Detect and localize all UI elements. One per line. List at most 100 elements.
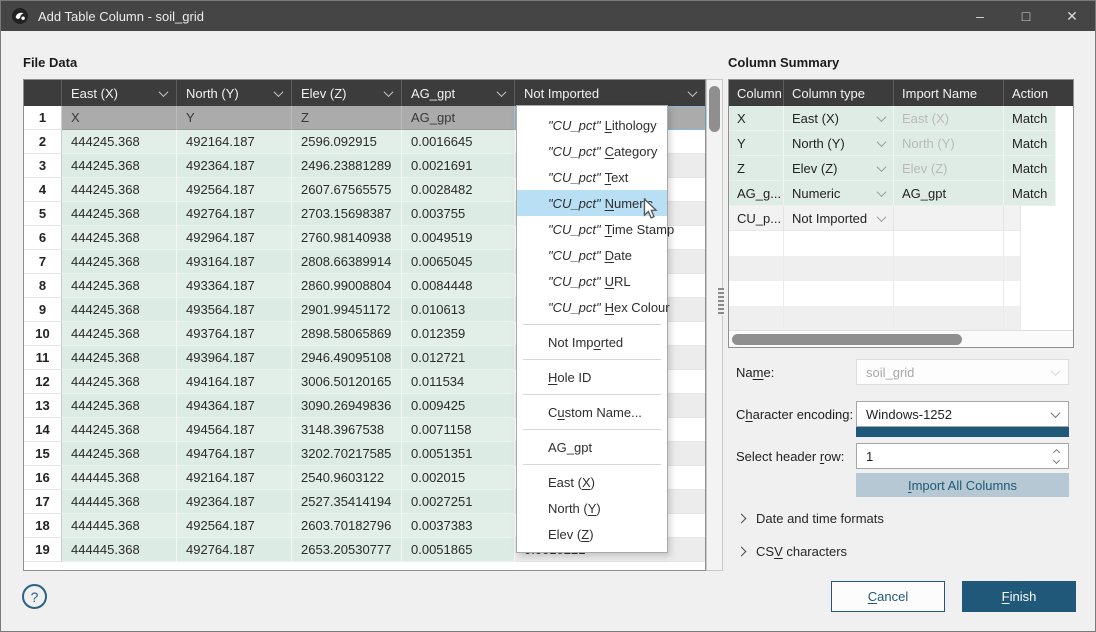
menu-item[interactable]: Elev (Z) [517, 521, 667, 547]
menu-item-label: Category [605, 144, 658, 159]
summary-horizontal-scrollbar[interactable] [729, 330, 1073, 347]
row-number-cell: 18 [24, 514, 62, 538]
cell-east: 444245.368 [62, 226, 177, 250]
menu-item-label: Elev (Z) [548, 527, 594, 542]
spin-down-icon[interactable] [1053, 456, 1060, 463]
summary-cell-import-name[interactable]: Elev (Z) [894, 156, 1004, 181]
column-header-elev[interactable]: Elev (Z) [292, 80, 402, 106]
summary-cell-column-type[interactable] [784, 256, 894, 281]
cell-ag-gpt: 0.011534 [402, 370, 515, 394]
row-number-cell: 6 [24, 226, 62, 250]
column-header-north[interactable]: North (Y) [177, 80, 292, 106]
chevron-down-icon [688, 87, 698, 97]
column-type-value: Elev (Z) [792, 161, 838, 176]
scrollbar-thumb[interactable] [709, 86, 720, 132]
menu-item[interactable]: East (X) [517, 469, 667, 495]
summary-cell-import-name[interactable] [894, 281, 1004, 306]
menu-item-label: Hex Colour [605, 300, 670, 315]
summary-cell-column-type[interactable]: East (X) [784, 106, 894, 131]
maximize-button[interactable]: □ [1003, 1, 1049, 31]
csv-characters-expander[interactable]: CSV characters [738, 544, 847, 559]
cell-elev: 3090.26949836 [292, 394, 402, 418]
row-number-cell: 5 [24, 202, 62, 226]
chevron-down-icon [877, 212, 887, 222]
summary-cell-import-name[interactable] [894, 306, 1004, 331]
cell-elev: 2653.20530777 [292, 538, 402, 562]
menu-item-prefix: "CU_pct" [548, 248, 601, 263]
column-type-value: East (X) [792, 111, 839, 126]
summary-table-mini-scrollbar[interactable] [718, 288, 724, 316]
menu-item[interactable]: North (Y) [517, 495, 667, 521]
minimize-button[interactable]: – [957, 1, 1003, 31]
menu-item[interactable]: Hole ID [517, 364, 667, 390]
finish-button[interactable]: Finish [962, 581, 1076, 612]
close-button[interactable]: ✕ [1049, 1, 1095, 31]
date-time-formats-expander[interactable]: Date and time formats [738, 511, 884, 526]
menu-item[interactable]: "CU_pct"Lithology [517, 112, 667, 138]
header-row-spinner[interactable]: 1 [856, 443, 1069, 469]
summary-cell-import-name[interactable]: AG_gpt [894, 181, 1004, 206]
cell-north: 493164.187 [177, 250, 292, 274]
summary-cell-action [1004, 206, 1021, 231]
chevron-down-icon [1051, 366, 1061, 376]
summary-row [729, 231, 1073, 256]
summary-cell-import-name[interactable] [894, 256, 1004, 281]
cell-north: 492164.187 [177, 466, 292, 490]
cell-north: 492564.187 [177, 178, 292, 202]
expander-label: CSV characters [756, 544, 847, 559]
summary-cell-column-type[interactable] [784, 281, 894, 306]
cell-ag-gpt: 0.0071158 [402, 418, 515, 442]
cell-elev: 2596.092915 [292, 130, 402, 154]
summary-cell-column: Y [729, 131, 784, 156]
column-header-east[interactable]: East (X) [62, 80, 177, 106]
cell-east: 444445.368 [62, 466, 177, 490]
cell-north: 492764.187 [177, 202, 292, 226]
cell-elev: 3148.3967538 [292, 418, 402, 442]
summary-cell-import-name[interactable]: North (Y) [894, 131, 1004, 156]
summary-cell-column-type[interactable]: Numeric [784, 181, 894, 206]
menu-item-prefix: "CU_pct" [548, 222, 601, 237]
column-header-not-imported[interactable]: Not Imported [515, 80, 705, 106]
column-header-label: AG_gpt [411, 86, 455, 101]
cell-north: 493364.187 [177, 274, 292, 298]
cell-east: 444245.368 [62, 298, 177, 322]
summary-cell-column-type[interactable] [784, 306, 894, 331]
header-row-value: 1 [866, 449, 873, 464]
cell-ag-gpt: 0.002015 [402, 466, 515, 490]
summary-cell-column-type[interactable]: North (Y) [784, 131, 894, 156]
menu-item-label: AG_gpt [548, 440, 592, 455]
summary-cell-column-type[interactable] [784, 231, 894, 256]
summary-cell-import-name[interactable]: East (X) [894, 106, 1004, 131]
summary-cell-column-type[interactable]: Elev (Z) [784, 156, 894, 181]
name-combobox[interactable]: soil_grid [856, 359, 1069, 385]
menu-item[interactable]: "CU_pct"Category [517, 138, 667, 164]
column-type-menu: "CU_pct"Lithology "CU_pct"Category "CU_p… [516, 105, 668, 553]
cell-north: 492564.187 [177, 514, 292, 538]
row-number-header [24, 80, 62, 106]
summary-cell-column [729, 231, 784, 256]
cell-east: 444245.368 [62, 442, 177, 466]
app-logo-icon [11, 7, 29, 25]
menu-item[interactable]: "CU_pct"Date [517, 242, 667, 268]
cell-north: 493964.187 [177, 346, 292, 370]
column-header-ag-gpt[interactable]: AG_gpt [402, 80, 515, 106]
character-encoding-combobox[interactable]: Windows-1252 [856, 401, 1069, 427]
menu-item[interactable]: Custom Name... [517, 399, 667, 425]
menu-item[interactable]: "CU_pct"Hex Colour [517, 294, 667, 320]
summary-cell-import-name[interactable] [894, 206, 1004, 231]
chevron-down-icon [384, 87, 394, 97]
summary-cell-import-name[interactable] [894, 231, 1004, 256]
menu-item[interactable]: "CU_pct"Text [517, 164, 667, 190]
scrollbar-thumb[interactable] [732, 334, 962, 345]
help-button[interactable]: ? [22, 584, 47, 609]
file-table-vertical-scrollbar[interactable] [706, 79, 723, 571]
row-number-cell: 11 [24, 346, 62, 370]
cancel-button[interactable]: Cancel [831, 581, 945, 612]
menu-item[interactable]: "CU_pct"URL [517, 268, 667, 294]
spinner-buttons[interactable] [1054, 450, 1059, 463]
spin-up-icon[interactable] [1053, 448, 1060, 455]
menu-item[interactable]: AG_gpt [517, 434, 667, 460]
menu-item[interactable]: Not Imported [517, 329, 667, 355]
import-all-columns-button[interactable]: Import All Columns [856, 473, 1069, 497]
summary-cell-column-type[interactable]: Not Imported [784, 206, 894, 231]
